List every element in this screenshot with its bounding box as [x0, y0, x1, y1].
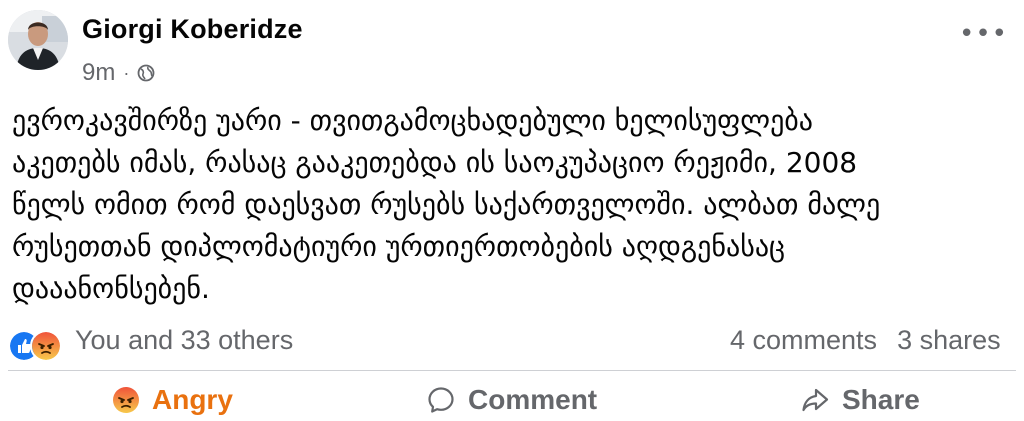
facebook-post: Giorgi Koberidze 9m · ••• ევროკავშირზე უ…: [0, 0, 1024, 421]
reaction-summary[interactable]: You and 33 others: [75, 325, 293, 356]
comment-label: Comment: [468, 384, 598, 415]
angry-label: Angry: [152, 384, 233, 415]
actions-divider: [8, 370, 1016, 371]
comment-button[interactable]: Comment: [426, 380, 597, 420]
share-button[interactable]: Share: [800, 380, 920, 420]
share-label: Share: [842, 384, 920, 415]
post-meta: 9m ·: [82, 59, 155, 87]
angry-reaction-button[interactable]: Angry: [112, 380, 233, 420]
post-stats: 4 comments 3 shares: [730, 325, 1021, 356]
angry-icon: [30, 330, 62, 362]
post-timestamp[interactable]: 9m: [82, 59, 115, 87]
post-actions: Angry Comment Share: [0, 374, 1024, 421]
reactions-row: You and 33 others 4 comments 3 shares: [0, 324, 1024, 364]
globe-icon: [137, 64, 155, 82]
author-name[interactable]: Giorgi Koberidze: [82, 14, 303, 45]
author-avatar[interactable]: [8, 10, 68, 70]
meta-separator: ·: [123, 62, 130, 83]
reaction-icons[interactable]: [8, 330, 68, 362]
more-options-icon[interactable]: •••: [959, 21, 1008, 47]
comments-count[interactable]: 4 comments: [730, 325, 877, 355]
share-icon: [802, 388, 829, 412]
post-header: Giorgi Koberidze 9m · •••: [8, 10, 1018, 86]
post-body-text: ევროკავშირზე უარი - თვითგამოცხადებული ხე…: [12, 104, 881, 305]
comment-icon: [428, 387, 454, 413]
shares-count[interactable]: 3 shares: [897, 325, 1001, 355]
angry-icon: [113, 387, 139, 413]
